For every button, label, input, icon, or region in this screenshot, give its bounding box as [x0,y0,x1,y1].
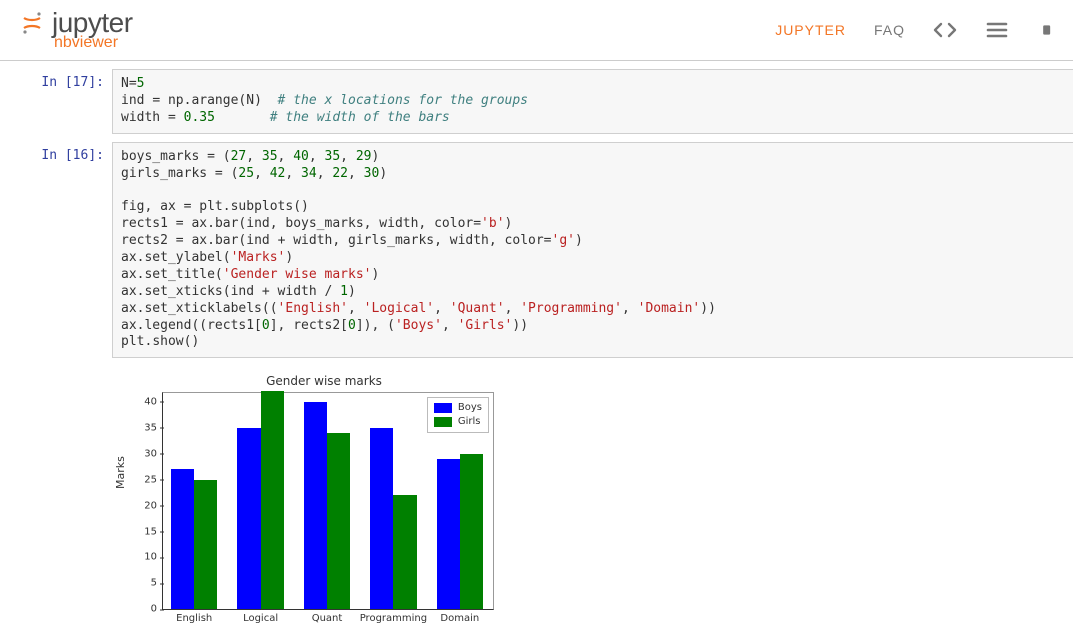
jupyter-icon [20,11,44,35]
legend-row: Boys [434,401,482,415]
y-tick: 30 [144,448,163,459]
code-cell: In [17]:N=5 ind = np.arange(N) # the x l… [0,69,1073,134]
bar [327,433,350,609]
notebook: In [17]:N=5 ind = np.arange(N) # the x l… [0,60,1073,634]
legend-label: Girls [458,415,481,429]
y-tick: 25 [144,474,163,485]
x-tick: English [176,609,212,624]
menu-lines-icon[interactable] [985,18,1009,42]
nav-jupyter[interactable]: JUPYTER [775,22,846,38]
logo-subtext: nbviewer [54,35,118,51]
bar [194,480,217,610]
y-tick: 35 [144,422,163,433]
legend-row: Girls [434,415,482,429]
legend-label: Boys [458,401,482,415]
code-area[interactable]: N=5 ind = np.arange(N) # the x locations… [112,69,1073,134]
legend-swatch-girls [434,417,452,427]
x-tick: Quant [312,609,343,624]
bar [261,391,284,609]
code-cell: In [16]:boys_marks = (27, 35, 40, 35, 29… [0,142,1073,359]
code-icon[interactable] [933,18,957,42]
y-tick: 20 [144,500,163,511]
input-prompt: In [16]: [0,142,112,169]
x-tick: Logical [243,609,278,624]
cell-output: Gender wise marks Marks Boys Girls 05101… [112,366,1073,634]
bar [237,428,260,610]
bar-chart: Gender wise marks Marks Boys Girls 05101… [120,374,500,634]
extra-icon[interactable] [1037,18,1061,42]
logo[interactable]: jupyter nbviewer [20,9,133,51]
y-tick: 10 [144,552,163,563]
y-tick: 15 [144,526,163,537]
plot-area: Boys Girls 0510152025303540EnglishLogica… [162,392,494,610]
x-tick: Domain [440,609,479,624]
nav-faq[interactable]: FAQ [874,22,905,38]
nav: JUPYTER FAQ [775,18,1061,42]
bar [393,495,416,609]
bar [304,402,327,610]
bar [460,454,483,610]
x-tick: Programming [360,609,427,624]
input-prompt: In [17]: [0,69,112,96]
y-tick: 5 [151,578,163,589]
chart-title: Gender wise marks [148,374,500,388]
chart-legend: Boys Girls [427,397,489,433]
y-tick: 0 [151,604,163,615]
header: jupyter nbviewer JUPYTER FAQ [0,0,1073,60]
y-tick: 40 [144,396,163,407]
code-area[interactable]: boys_marks = (27, 35, 40, 35, 29) girls_… [112,142,1073,359]
chart-ylabel: Marks [114,457,127,490]
bar [171,469,194,609]
logo-text: jupyter [52,9,133,37]
legend-swatch-boys [434,403,452,413]
bar [370,428,393,610]
bar [437,459,460,610]
